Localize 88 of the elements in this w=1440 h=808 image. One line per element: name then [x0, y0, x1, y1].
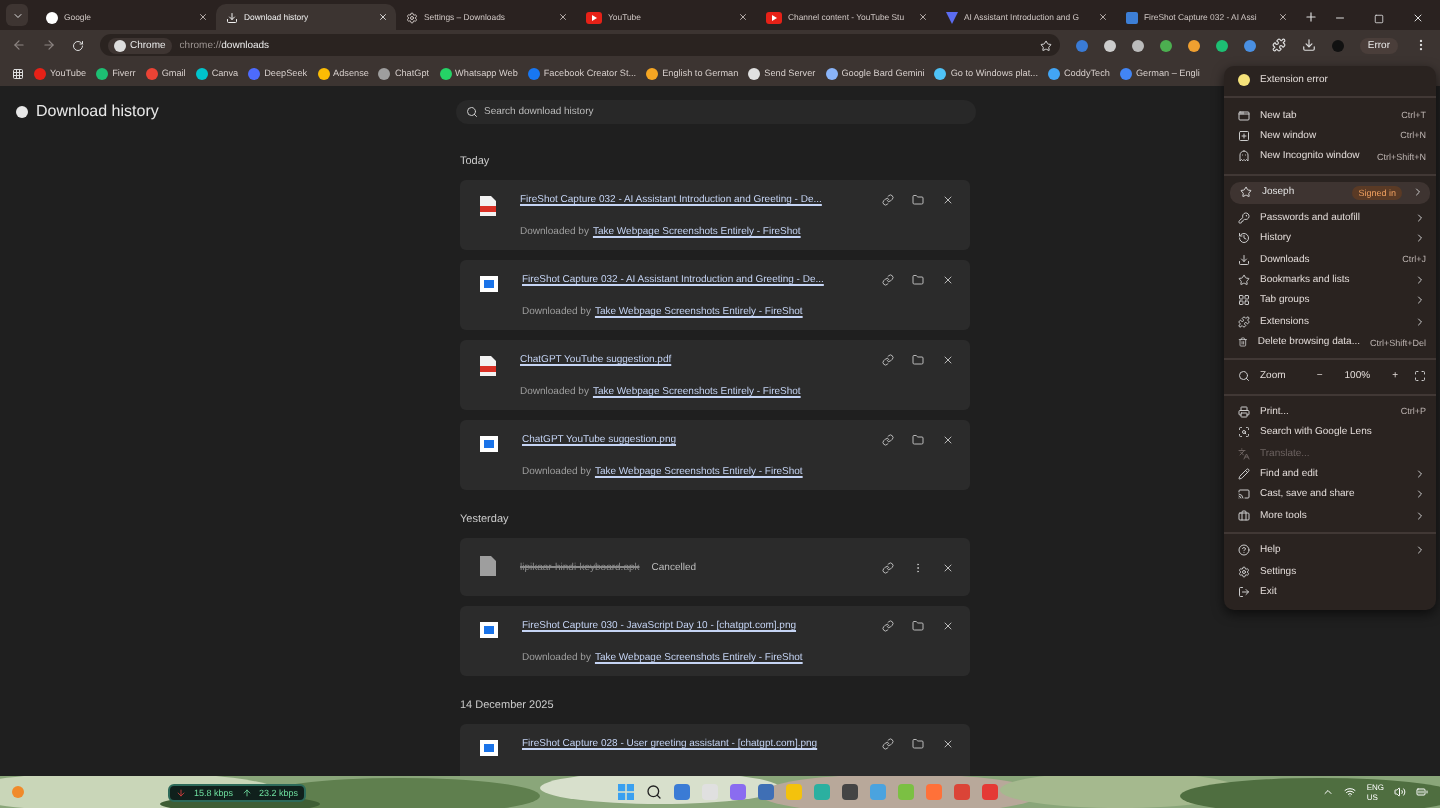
- settings-icon: [1238, 565, 1250, 578]
- history-icon: [1238, 232, 1250, 245]
- warning-dot-icon: [1238, 74, 1250, 87]
- search-icon[interactable]: [646, 784, 663, 800]
- star-icon[interactable]: [1039, 39, 1052, 51]
- cast-icon: [1238, 488, 1250, 501]
- folder-icon[interactable]: [912, 274, 924, 286]
- trash-icon: [1238, 336, 1248, 349]
- chrome-logo-icon: [114, 39, 126, 51]
- grid-icon: [1238, 294, 1250, 307]
- key-icon: [1238, 211, 1250, 224]
- extension-icon[interactable]: [1159, 39, 1172, 51]
- close-icon[interactable]: [1412, 12, 1424, 24]
- google-favicon-icon: [46, 11, 58, 23]
- forward-icon[interactable]: [42, 38, 56, 52]
- new-tab-icon: [1238, 109, 1250, 122]
- new-window-icon: [1238, 129, 1250, 142]
- star-icon: [1238, 273, 1250, 286]
- link-icon[interactable]: [882, 274, 894, 286]
- folder-icon[interactable]: [912, 620, 924, 632]
- link-icon[interactable]: [882, 354, 894, 366]
- link-icon[interactable]: [882, 738, 894, 750]
- folder-icon[interactable]: [912, 434, 924, 446]
- maximize-icon[interactable]: [1374, 13, 1384, 23]
- extension-icon[interactable]: [1131, 39, 1144, 51]
- image-file-icon: [480, 436, 498, 452]
- remove-icon[interactable]: [942, 274, 954, 286]
- folder-icon[interactable]: [912, 354, 924, 366]
- remove-icon[interactable]: [942, 620, 954, 632]
- incognito-icon: [1238, 150, 1250, 163]
- back-icon[interactable]: [12, 38, 26, 52]
- pdf-file-icon: [480, 196, 496, 216]
- chevron-down-icon: [11, 9, 23, 21]
- play-icon: [586, 11, 602, 23]
- wifi-icon[interactable]: [1344, 786, 1357, 798]
- new-tab-icon[interactable]: [1304, 10, 1318, 24]
- translate-icon: [1238, 447, 1250, 460]
- shield-icon: [946, 11, 958, 23]
- chrome-logo-icon: [16, 105, 28, 117]
- chevron-right-icon: [1414, 544, 1426, 557]
- puzzle-icon[interactable]: [1271, 38, 1286, 52]
- chevron-up-icon[interactable]: [1322, 786, 1335, 798]
- up-arrow-icon: [241, 787, 252, 797]
- extension-icon[interactable]: [1103, 39, 1116, 51]
- folder-icon[interactable]: [912, 194, 924, 206]
- extension-icon[interactable]: [1187, 39, 1200, 51]
- remove-icon[interactable]: [942, 354, 954, 366]
- briefcase-icon: [1238, 509, 1250, 522]
- extension-icon[interactable]: [1243, 39, 1256, 51]
- image-file-icon: [480, 276, 498, 292]
- minimize-icon[interactable]: [1334, 12, 1346, 24]
- download-icon: [1238, 253, 1250, 266]
- battery-icon[interactable]: [1416, 786, 1428, 798]
- download-icon: [226, 11, 238, 23]
- reload-icon[interactable]: [72, 39, 84, 51]
- image-file-icon: [480, 622, 498, 638]
- exit-icon: [1238, 586, 1250, 598]
- volume-icon[interactable]: [1394, 786, 1406, 798]
- menu-icon[interactable]: [1414, 38, 1428, 52]
- remove-icon[interactable]: [942, 194, 954, 206]
- pdf-file-icon: [480, 356, 496, 376]
- printer-icon: [1238, 405, 1250, 418]
- extension-icon[interactable]: [1215, 39, 1228, 51]
- play-icon: [766, 11, 782, 23]
- folder-icon[interactable]: [912, 738, 924, 750]
- file-icon: [480, 555, 496, 575]
- down-arrow-icon: [176, 787, 186, 797]
- download-icon[interactable]: [1301, 38, 1316, 52]
- help-icon: [1238, 544, 1250, 557]
- pencil-icon: [1238, 468, 1250, 481]
- apps-icon[interactable]: [12, 67, 24, 79]
- puzzle-icon: [1238, 315, 1250, 328]
- remove-icon[interactable]: [942, 434, 954, 446]
- windows-start-icon[interactable]: [618, 784, 635, 800]
- tab-search-button[interactable]: [6, 4, 28, 26]
- lens-icon: [1238, 426, 1250, 439]
- remove-icon[interactable]: [942, 561, 954, 573]
- link-icon[interactable]: [882, 434, 894, 446]
- page-title-text: Download history: [36, 102, 159, 120]
- link-icon[interactable]: [882, 194, 894, 206]
- link-icon[interactable]: [882, 620, 894, 632]
- search-icon: [466, 106, 478, 118]
- remove-icon[interactable]: [942, 738, 954, 750]
- square-icon: [1126, 11, 1138, 23]
- zoom-icon: [1238, 370, 1250, 383]
- gear-icon: [406, 11, 418, 23]
- image-file-icon: [480, 740, 498, 756]
- link-icon[interactable]: [882, 561, 894, 573]
